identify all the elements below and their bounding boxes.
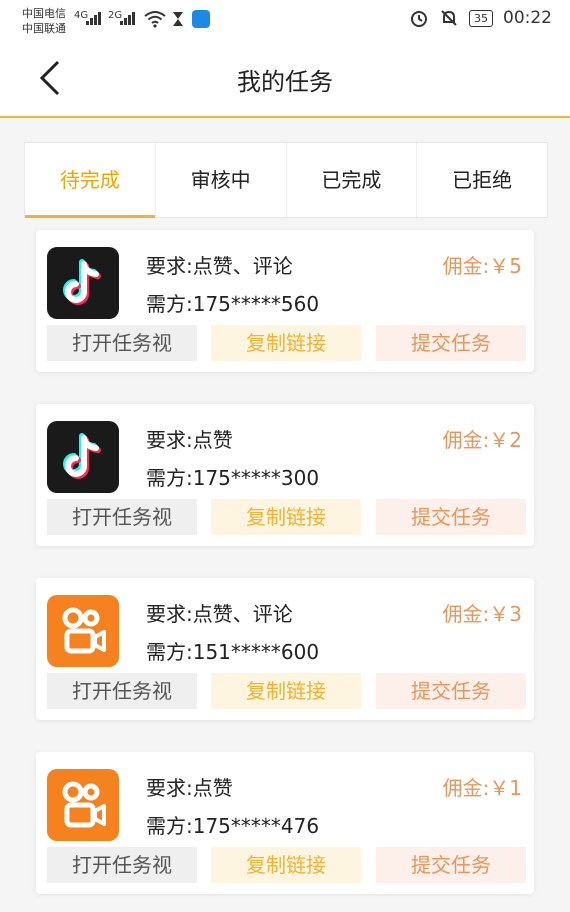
task-card: 要求:点赞 需方:175*****476 佣金:￥1 打开任务视 复制链接 提交… xyxy=(36,752,534,894)
copy-link-button[interactable]: 复制链接 xyxy=(211,499,361,535)
task-publisher: 需方:151*****600 xyxy=(146,640,320,664)
hourglass-icon xyxy=(173,12,183,26)
task-commission: 佣金:￥2 xyxy=(442,428,522,452)
task-commission: 佣金:￥3 xyxy=(442,602,522,626)
tab-reviewing[interactable]: 审核中 xyxy=(156,143,287,217)
task-requirement: 要求:点赞、评论 xyxy=(146,602,293,626)
tab-pending[interactable]: 待完成 xyxy=(25,143,156,218)
task-commission: 佣金:￥5 xyxy=(442,254,522,278)
shield-app-icon xyxy=(192,10,210,28)
status-right: 35 00:22 xyxy=(409,8,552,28)
nav-bar: 我的任务 xyxy=(0,42,570,118)
open-task-video-button[interactable]: 打开任务视 xyxy=(47,847,197,883)
task-card: 要求:点赞、评论 需方:175*****560 佣金:￥5 打开任务视 复制链接… xyxy=(36,230,534,372)
open-task-video-button[interactable]: 打开任务视 xyxy=(47,325,197,361)
tiktok-logo-icon xyxy=(47,421,119,493)
tab-completed[interactable]: 已完成 xyxy=(287,143,418,217)
submit-task-button[interactable]: 提交任务 xyxy=(376,499,526,535)
signal-1-icon xyxy=(86,12,101,25)
signal-2-icon xyxy=(120,12,135,25)
carrier-2: 中国联通 xyxy=(22,22,66,35)
submit-task-button[interactable]: 提交任务 xyxy=(376,325,526,361)
task-requirement: 要求:点赞 xyxy=(146,776,233,800)
carrier-1: 中国电信 xyxy=(22,7,66,20)
tiktok-logo-icon xyxy=(47,247,119,319)
tab-rejected[interactable]: 已拒绝 xyxy=(417,143,547,217)
alarm-icon xyxy=(411,11,427,27)
bell-off-icon xyxy=(441,10,457,26)
copy-link-button[interactable]: 复制链接 xyxy=(211,673,361,709)
carrier-info: 中国电信 中国联通 xyxy=(22,6,66,36)
kuaishou-logo-icon xyxy=(47,769,119,841)
task-publisher: 需方:175*****560 xyxy=(146,292,320,316)
copy-link-button[interactable]: 复制链接 xyxy=(211,847,361,883)
page-title: 我的任务 xyxy=(237,68,333,96)
task-card: 要求:点赞 需方:175*****300 佣金:￥2 打开任务视 复制链接 提交… xyxy=(36,404,534,546)
submit-task-button[interactable]: 提交任务 xyxy=(376,847,526,883)
open-task-video-button[interactable]: 打开任务视 xyxy=(47,673,197,709)
battery-indicator: 35 xyxy=(469,9,493,27)
task-publisher: 需方:175*****476 xyxy=(146,814,320,838)
status-bar: 中国电信 中国联通 4G 2G 35 00:22 xyxy=(0,0,570,42)
task-requirement: 要求:点赞、评论 xyxy=(146,254,293,278)
open-task-video-button[interactable]: 打开任务视 xyxy=(47,499,197,535)
task-commission: 佣金:￥1 xyxy=(442,776,522,800)
copy-link-button[interactable]: 复制链接 xyxy=(211,325,361,361)
task-requirement: 要求:点赞 xyxy=(146,428,233,452)
kuaishou-logo-icon xyxy=(47,595,119,667)
submit-task-button[interactable]: 提交任务 xyxy=(376,673,526,709)
tab-bar: 待完成 审核中 已完成 已拒绝 xyxy=(24,142,548,218)
task-card: 要求:点赞、评论 需方:151*****600 佣金:￥3 打开任务视 复制链接… xyxy=(36,578,534,720)
clock: 00:22 xyxy=(503,8,552,28)
task-publisher: 需方:175*****300 xyxy=(146,466,320,490)
wifi-icon xyxy=(144,11,166,28)
